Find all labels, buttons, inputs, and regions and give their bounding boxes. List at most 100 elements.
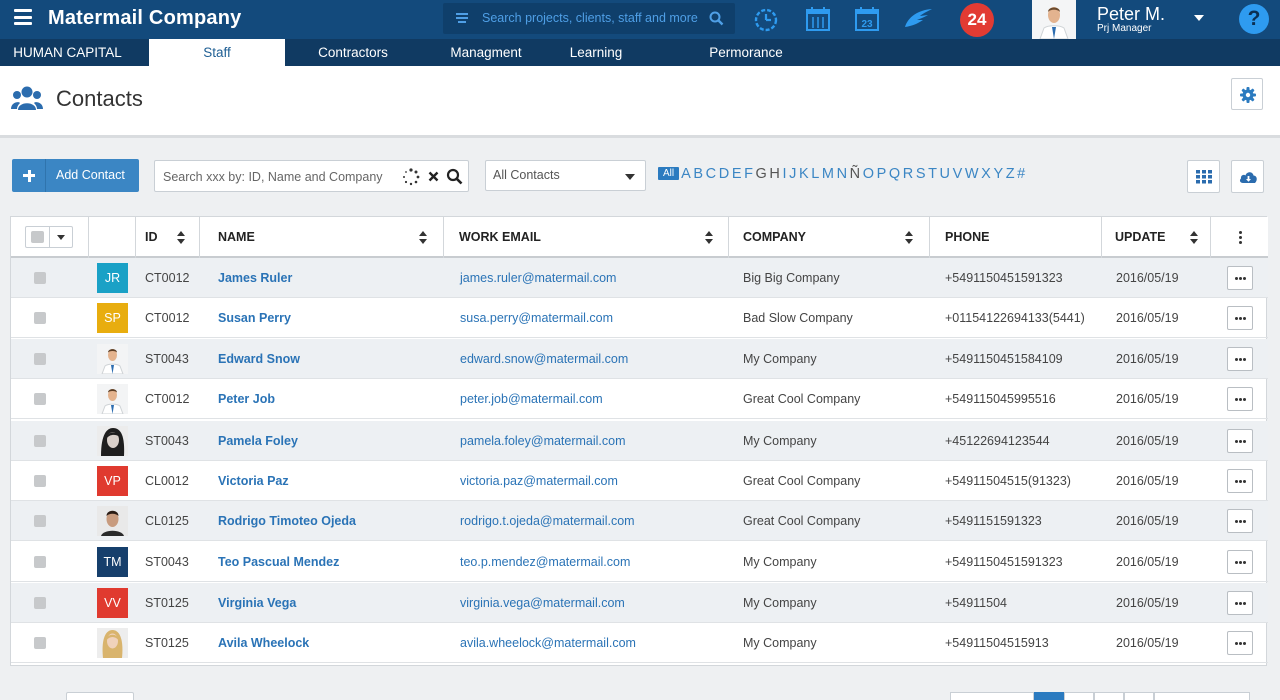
table-row[interactable]: VP CL0012 Victoria Paz victoria.paz@materma… [11,461,1268,501]
contact-filter-select[interactable]: All Contacts [485,160,646,191]
cell-email-link[interactable]: rodrigo.t.ojeda@matermail.com [460,514,635,528]
row-checkbox[interactable] [34,515,46,527]
calendar-icon[interactable] [804,5,832,33]
row-actions-button[interactable] [1227,509,1253,533]
cell-email-link[interactable]: susa.perry@matermail.com [460,311,613,325]
tab-permorance[interactable]: Permorance [690,39,802,66]
cell-name-link[interactable]: Susan Perry [218,311,291,325]
search-icon[interactable] [446,168,463,185]
user-menu-chevron-down-icon[interactable] [1194,15,1204,21]
sort-icon[interactable] [177,231,185,245]
sort-icon[interactable] [705,231,713,245]
cell-email-link[interactable]: avila.wheelock@matermail.com [460,636,636,650]
table-row[interactable]: VV ST0125 Virginia Vega virginia.vega@mater… [11,583,1268,623]
cell-name-link[interactable]: Pamela Foley [218,434,298,448]
cell-email-link[interactable]: pamela.foley@matermail.com [460,434,626,448]
alpha-letter[interactable]: A [681,166,691,182]
row-actions-button[interactable] [1227,266,1253,290]
tab-learning[interactable]: Learning [552,39,640,66]
alpha-letter[interactable]: F [744,166,753,182]
sort-icon[interactable] [1190,231,1198,245]
alpha-letter[interactable]: D [719,166,729,182]
calendar-23-icon[interactable]: 23 [853,5,881,33]
column-header-work-email[interactable]: WORK EMAIL [444,217,729,258]
select-all-checkbox[interactable] [31,231,44,243]
contact-search-input[interactable] [163,167,395,187]
alpha-letter[interactable]: V [953,166,963,182]
global-search[interactable]: Search projects, clients, staff and more [443,3,735,34]
column-options-header[interactable] [1211,217,1268,258]
pagination-page[interactable] [1064,692,1094,700]
clock-icon[interactable] [752,5,780,33]
alpha-letter[interactable]: L [811,166,819,182]
tab-contractors[interactable]: Contractors [300,39,406,66]
column-header-phone[interactable]: PHONE [930,217,1102,258]
grid-view-button[interactable] [1187,160,1220,193]
settings-button[interactable] [1231,78,1263,110]
alpha-letter[interactable]: M [822,166,834,182]
cell-name-link[interactable]: James Ruler [218,271,292,285]
alpha-letter[interactable]: T [928,166,937,182]
row-actions-button[interactable] [1227,469,1253,493]
row-checkbox[interactable] [34,637,46,649]
alpha-letter[interactable]: Q [889,166,900,182]
search-icon[interactable] [709,11,724,26]
alpha-letter[interactable]: Ñ [850,166,860,182]
notification-badge[interactable]: 24 [960,3,994,37]
chevron-down-icon[interactable] [57,235,65,240]
user-avatar[interactable] [1032,0,1076,39]
tab-human-capital[interactable]: HUMAN CAPITAL [0,39,135,66]
cell-name-link[interactable]: Victoria Paz [218,474,289,488]
cell-email-link[interactable]: teo.p.mendez@matermail.com [460,555,630,569]
column-header-company[interactable]: COMPANY [729,217,930,258]
add-contact-button[interactable]: Add Contact [12,159,139,192]
cell-email-link[interactable]: victoria.paz@matermail.com [460,474,618,488]
cell-email-link[interactable]: edward.snow@matermail.com [460,352,628,366]
row-checkbox[interactable] [34,353,46,365]
table-row[interactable]: ST0043 Pamela Foley pamela.foley@matermail… [11,421,1268,461]
cell-name-link[interactable]: Teo Pascual Mendez [218,555,339,569]
alpha-all[interactable]: All [658,167,680,180]
row-actions-button[interactable] [1227,591,1253,615]
column-header-name[interactable]: NAME [200,217,444,258]
alpha-letter[interactable]: H [769,166,779,182]
tab-staff[interactable]: Staff [149,39,285,66]
alpha-letter[interactable]: R [903,166,913,182]
row-actions-button[interactable] [1227,387,1253,411]
alpha-letter[interactable]: G [756,166,767,182]
table-row[interactable]: ST0125 Avila Wheelock avila.wheelock@mater… [11,623,1268,663]
page-size-select[interactable] [66,692,134,700]
alpha-letter[interactable]: B [693,166,703,182]
row-checkbox[interactable] [34,435,46,447]
alpha-letter[interactable]: J [789,166,796,182]
cell-email-link[interactable]: james.ruler@matermail.com [460,271,616,285]
row-checkbox[interactable] [34,272,46,284]
cell-name-link[interactable]: Rodrigo Timoteo Ojeda [218,514,356,528]
help-icon[interactable]: ? [1239,4,1269,34]
clear-icon[interactable] [428,171,439,182]
pagination-page[interactable] [1124,692,1154,700]
sort-icon[interactable] [419,231,427,245]
table-row[interactable]: SP CT0012 Susan Perry susa.perry@matermail.… [11,298,1268,338]
row-checkbox[interactable] [34,597,46,609]
alpha-letter[interactable]: E [732,166,742,182]
row-actions-button[interactable] [1227,631,1253,655]
alpha-letter[interactable]: W [965,166,979,182]
table-row[interactable]: TM ST0043 Teo Pascual Mendez teo.p.mendez@m… [11,542,1268,582]
alpha-letter[interactable]: P [877,166,887,182]
tab-managment[interactable]: Managment [432,39,540,66]
alpha-letter[interactable]: O [863,166,874,182]
column-header-update[interactable]: UPDATE [1102,217,1211,258]
alpha-letter[interactable]: Y [993,166,1003,182]
bulk-select-dropdown[interactable] [25,226,73,248]
pagination-next[interactable] [1154,692,1250,700]
wing-icon[interactable] [902,5,934,33]
alpha-letter[interactable]: I [782,166,786,182]
alpha-letter[interactable]: K [799,166,809,182]
kebab-icon[interactable] [1239,231,1242,245]
row-checkbox[interactable] [34,312,46,324]
alpha-letter[interactable]: S [916,166,926,182]
pagination-prev[interactable] [950,692,1034,700]
pagination-page-active[interactable] [1034,692,1064,700]
table-row[interactable]: CL0125 Rodrigo Timoteo Ojeda rodrigo.t.oje… [11,501,1268,541]
